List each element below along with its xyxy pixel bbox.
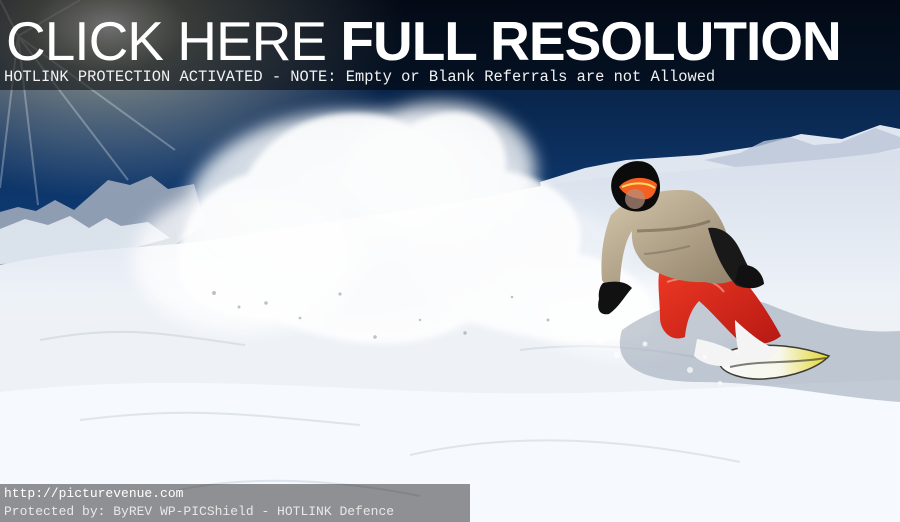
footer-watermark: http://picturevenue.com Protected by: By… bbox=[0, 484, 470, 522]
hotlink-banner[interactable]: CLICK HERE FULL RESOLUTION HOTLINK PROTE… bbox=[0, 0, 900, 90]
headline-click-here[interactable]: CLICK HERE bbox=[6, 10, 340, 72]
headline-full-resolution[interactable]: FULL RESOLUTION bbox=[340, 10, 841, 72]
image-stage: CLICK HERE FULL RESOLUTION HOTLINK PROTE… bbox=[0, 0, 900, 522]
hotlink-notice: HOTLINK PROTECTION ACTIVATED - NOTE: Emp… bbox=[4, 68, 716, 86]
site-url[interactable]: http://picturevenue.com bbox=[4, 486, 183, 502]
full-resolution-link[interactable]: CLICK HERE FULL RESOLUTION bbox=[6, 11, 896, 71]
protection-credit: Protected by: ByREV WP-PICShield - HOTLI… bbox=[4, 504, 395, 519]
